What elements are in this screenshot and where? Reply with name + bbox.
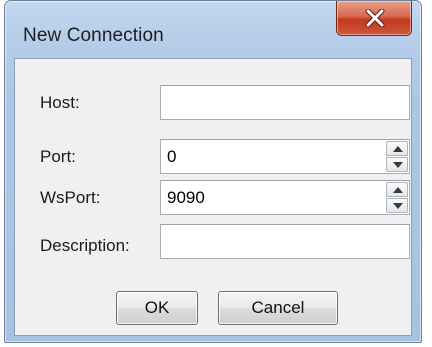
cancel-button[interactable]: Cancel bbox=[218, 291, 338, 325]
port-spinner bbox=[386, 141, 408, 172]
dialog-window: New Connection Host: Port: 0 WsPort: 909… bbox=[4, 0, 422, 343]
port-decrement-button[interactable] bbox=[386, 157, 408, 172]
description-input[interactable] bbox=[160, 224, 410, 259]
port-spinbox[interactable]: 0 bbox=[160, 139, 410, 174]
dialog-client-area: Host: Port: 0 WsPort: 9090 Description: … bbox=[14, 58, 412, 336]
host-label: Host: bbox=[40, 93, 80, 112]
wsport-label: WsPort: bbox=[40, 188, 101, 207]
port-value: 0 bbox=[167, 147, 177, 166]
chevron-down-icon bbox=[393, 162, 403, 168]
wsport-spinbox[interactable]: 9090 bbox=[160, 180, 410, 215]
close-x-icon bbox=[365, 9, 385, 27]
port-increment-button[interactable] bbox=[386, 141, 408, 156]
wsport-increment-button[interactable] bbox=[386, 182, 408, 197]
description-label: Description: bbox=[40, 236, 130, 255]
chevron-up-icon bbox=[393, 187, 403, 193]
chevron-down-icon bbox=[393, 203, 403, 209]
port-label: Port: bbox=[40, 147, 76, 166]
dialog-title: New Connection bbox=[23, 25, 164, 46]
wsport-decrement-button[interactable] bbox=[386, 198, 408, 213]
chevron-up-icon bbox=[393, 146, 403, 152]
host-input[interactable] bbox=[160, 85, 410, 120]
wsport-value: 9090 bbox=[167, 188, 205, 207]
wsport-spinner bbox=[386, 182, 408, 213]
close-button[interactable] bbox=[336, 1, 412, 36]
ok-button[interactable]: OK bbox=[116, 291, 198, 325]
